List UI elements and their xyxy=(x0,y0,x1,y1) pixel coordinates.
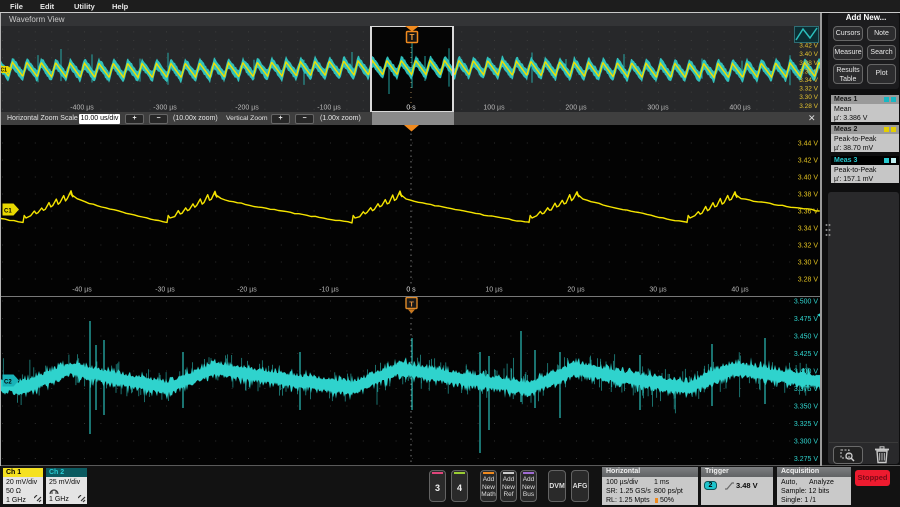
svg-text:-300 µs: -300 µs xyxy=(153,105,177,112)
svg-text:30 µs: 30 µs xyxy=(649,287,667,294)
svg-text:3.38 V: 3.38 V xyxy=(798,192,819,199)
svg-text:3.450 V: 3.450 V xyxy=(794,334,818,341)
svg-text:3.325 V: 3.325 V xyxy=(794,421,818,428)
svg-text:3.34 V: 3.34 V xyxy=(799,77,818,84)
svg-text:-10 µs: -10 µs xyxy=(319,287,339,294)
svg-text:3.425 V: 3.425 V xyxy=(794,351,818,358)
svg-text:3.36 V: 3.36 V xyxy=(799,68,818,75)
svg-text:3.275 V: 3.275 V xyxy=(794,456,818,463)
svg-text:-200 µs: -200 µs xyxy=(235,105,259,112)
svg-text:-20 µs: -20 µs xyxy=(237,287,257,294)
svg-text:0 s: 0 s xyxy=(406,287,416,294)
svg-text:-400 µs: -400 µs xyxy=(70,105,94,112)
svg-text:3.30 V: 3.30 V xyxy=(798,260,819,267)
svg-text:400 µs: 400 µs xyxy=(729,105,751,112)
svg-text:3.42 V: 3.42 V xyxy=(798,158,819,165)
svg-text:40 µs: 40 µs xyxy=(731,287,749,294)
svg-text:-30 µs: -30 µs xyxy=(155,287,175,294)
svg-text:100 µs: 100 µs xyxy=(483,105,505,112)
svg-text:300 µs: 300 µs xyxy=(647,105,669,112)
svg-text:3.28 V: 3.28 V xyxy=(798,277,819,284)
svg-text:3.44 V: 3.44 V xyxy=(798,141,819,148)
svg-text:3.30 V: 3.30 V xyxy=(799,94,818,101)
svg-text:T: T xyxy=(410,33,415,42)
svg-text:10 µs: 10 µs xyxy=(485,287,503,294)
svg-text:3.40 V: 3.40 V xyxy=(799,51,818,58)
svg-text:-100 µs: -100 µs xyxy=(317,105,341,112)
svg-text:3.350 V: 3.350 V xyxy=(794,404,818,411)
svg-text:3.475 V: 3.475 V xyxy=(794,316,818,323)
svg-text:3.42 V: 3.42 V xyxy=(799,43,818,50)
svg-text:3.32 V: 3.32 V xyxy=(798,243,819,250)
svg-text:200 µs: 200 µs xyxy=(565,105,587,112)
svg-text:20 µs: 20 µs xyxy=(567,287,585,294)
svg-text:3.38 V: 3.38 V xyxy=(799,60,818,67)
svg-text:C2: C2 xyxy=(4,380,12,386)
svg-text:3.34 V: 3.34 V xyxy=(798,226,819,233)
svg-text:3.32 V: 3.32 V xyxy=(799,86,818,93)
svg-text:3.40 V: 3.40 V xyxy=(798,175,819,182)
svg-text:-40 µs: -40 µs xyxy=(72,287,92,294)
svg-text:T: T xyxy=(409,300,414,309)
svg-text:0 s: 0 s xyxy=(406,105,416,112)
svg-text:C1: C1 xyxy=(4,209,12,215)
svg-text:3.300 V: 3.300 V xyxy=(794,439,818,446)
svg-text:C1: C1 xyxy=(1,68,8,74)
svg-text:3.28 V: 3.28 V xyxy=(799,103,818,110)
svg-text:3.500 V: 3.500 V xyxy=(794,299,818,306)
